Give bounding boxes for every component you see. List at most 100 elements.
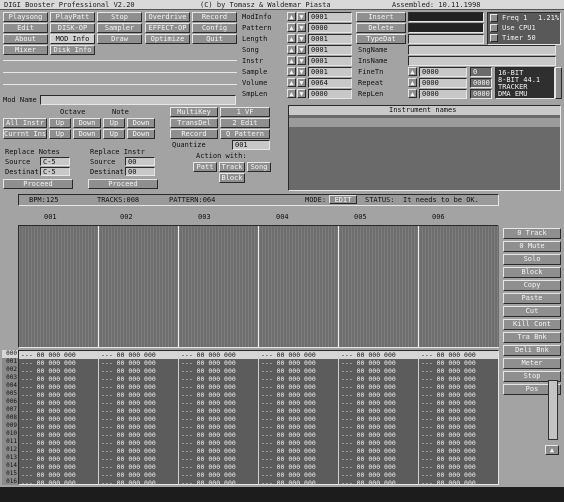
pattern-cell[interactable]: --- 00 000 000 <box>259 439 338 447</box>
pattern-cell[interactable]: --- 00 000 000 <box>339 423 418 431</box>
side-button-solo[interactable]: Solo <box>503 254 561 265</box>
pattern-cell[interactable]: --- 00 000 000 <box>259 471 338 479</box>
draw-button[interactable]: Draw <box>97 34 142 44</box>
pattern-cell[interactable]: --- 00 000 000 <box>99 439 178 447</box>
pattern-cell[interactable]: --- 00 000 000 <box>339 431 418 439</box>
side-button-copy[interactable]: Copy <box>503 280 561 291</box>
pattern-cell[interactable]: --- 00 000 000 <box>99 471 178 479</box>
pattern-cell[interactable]: --- 00 000 000 <box>419 471 498 479</box>
pattern-cell[interactable]: --- 00 000 000 <box>259 391 338 399</box>
track-header-5[interactable]: 005 <box>354 213 367 221</box>
stop-button[interactable]: Stop <box>97 12 142 22</box>
side-button-cut[interactable]: Cut <box>503 306 561 317</box>
pattern-cell[interactable]: --- 00 000 000 <box>419 359 498 367</box>
side-button-tra-bnk[interactable]: Tra Bnk <box>503 332 561 343</box>
repeat-field[interactable]: 0000 <box>419 78 467 88</box>
pattern-cell[interactable]: --- 00 000 000 <box>259 407 338 415</box>
pattern-cell[interactable]: --- 00 000 000 <box>179 359 258 367</box>
source-instr-field[interactable]: 00 <box>125 157 155 166</box>
pattern-cell[interactable]: --- 00 000 000 <box>19 455 98 463</box>
side-button-deli-bnk[interactable]: Deli Bnk <box>503 345 561 356</box>
pattern-cell[interactable]: --- 00 000 000 <box>339 359 418 367</box>
smplen-down-arrow-icon[interactable]: ▼ <box>297 89 306 98</box>
freq-checkbox[interactable] <box>490 14 498 22</box>
optimize-button[interactable]: Optimize <box>145 34 190 44</box>
pattern-up-arrow-icon[interactable]: ▲ <box>287 23 296 32</box>
pattern-track-column[interactable]: --- 00 000 000 --- 00 000 000 --- 00 000 0… <box>179 351 259 484</box>
pattern-cell[interactable]: --- 00 000 000 <box>179 415 258 423</box>
pattern-cell[interactable]: --- 00 000 000 <box>259 375 338 383</box>
sample-up-arrow-icon[interactable]: ▲ <box>287 67 296 76</box>
pattern-cell[interactable]: --- 00 000 000 <box>179 447 258 455</box>
pattern-cell[interactable]: --- 00 000 000 <box>99 391 178 399</box>
all-note-up[interactable]: Up <box>103 118 125 128</box>
side-button-kill-cont[interactable]: Kill Cont <box>503 319 561 330</box>
pattern-cell[interactable]: --- 00 000 000 <box>179 367 258 375</box>
pattern-cell[interactable]: --- 00 000 000 <box>419 399 498 407</box>
pattern-cell[interactable]: --- 00 000 000 <box>19 439 98 447</box>
cur-octave-up[interactable]: Up <box>49 129 71 139</box>
track-button[interactable]: Track <box>219 162 245 172</box>
pattern-cell[interactable]: --- 00 000 000 <box>99 351 178 359</box>
mixer-button[interactable]: Mixer <box>3 45 48 55</box>
pattern-track-column[interactable]: --- 00 000 000 --- 00 000 000 --- 00 000 0… <box>419 351 498 484</box>
volume-up-arrow-icon[interactable]: ▲ <box>287 78 296 87</box>
pattern-cell[interactable]: --- 00 000 000 <box>19 367 98 375</box>
side-button-0-track[interactable]: 0 Track <box>503 228 561 239</box>
pattern-track-column[interactable]: --- 00 000 000 --- 00 000 000 --- 00 000 0… <box>339 351 419 484</box>
pattern-cell[interactable]: --- 00 000 000 <box>19 359 98 367</box>
insert-button[interactable]: Insert <box>356 12 406 22</box>
mod-name-field[interactable] <box>40 95 236 105</box>
pattern-cell[interactable]: --- 00 000 000 <box>259 431 338 439</box>
dest-note-field[interactable]: C-5 <box>40 167 70 176</box>
source-note-field[interactable]: C-5 <box>40 157 70 166</box>
pattern-cell[interactable]: --- 00 000 000 <box>339 447 418 455</box>
pattern-cell[interactable]: --- 00 000 000 <box>179 391 258 399</box>
finetune-up-arrow-icon[interactable]: ▲ <box>408 67 417 76</box>
effect-op-button[interactable]: EFFECT-OP <box>145 23 190 33</box>
pattern-cell[interactable]: --- 00 000 000 <box>99 447 178 455</box>
edit2-button[interactable]: 2 Edit <box>220 118 270 128</box>
pattern-cell[interactable]: --- 00 000 000 <box>19 415 98 423</box>
pattern-scrollbar[interactable] <box>548 380 558 440</box>
pattern-cell[interactable]: --- 00 000 000 <box>99 359 178 367</box>
dest-instr-field[interactable]: 00 <box>125 167 155 176</box>
about-button[interactable]: About <box>3 34 48 44</box>
sampler-button[interactable]: Sampler <box>97 23 142 33</box>
block-button[interactable]: Block <box>219 173 245 183</box>
instrument-row-selected[interactable] <box>289 118 560 127</box>
pattern-cell[interactable]: --- 00 000 000 <box>339 367 418 375</box>
q-pattern-button[interactable]: Q Pattern <box>220 129 270 139</box>
pattern-cell[interactable]: --- 00 000 000 <box>259 359 338 367</box>
pattern-cell[interactable]: --- 00 000 000 <box>339 463 418 471</box>
pattern-cell[interactable]: --- 00 000 000 <box>19 351 98 359</box>
side-button-0-mute[interactable]: 0 Mute <box>503 241 561 252</box>
playsong-button[interactable]: Playsong <box>3 12 48 22</box>
pattern-cell[interactable]: --- 00 000 000 <box>339 455 418 463</box>
pattern-cell[interactable]: --- 00 000 000 <box>259 447 338 455</box>
pattern-cell[interactable]: --- 00 000 000 <box>259 463 338 471</box>
mode-scroll[interactable] <box>555 67 562 99</box>
pattern-cell[interactable]: --- 00 000 000 <box>179 407 258 415</box>
pattern-cell[interactable]: --- 00 000 000 <box>179 455 258 463</box>
proceed-notes-button[interactable]: Proceed <box>3 179 73 189</box>
pattern-cell[interactable]: --- 00 000 000 <box>179 431 258 439</box>
pattern-cell[interactable]: --- 00 000 000 <box>419 431 498 439</box>
sample-down-arrow-icon[interactable]: ▼ <box>297 67 306 76</box>
pattern-cell[interactable]: --- 00 000 000 <box>419 423 498 431</box>
record-button[interactable]: Record <box>192 12 237 22</box>
instr-field[interactable]: 0001 <box>308 56 352 66</box>
side-button-block[interactable]: Block <box>503 267 561 278</box>
volume-field[interactable]: 0064 <box>308 78 352 88</box>
pattern-cell[interactable]: --- 00 000 000 <box>259 455 338 463</box>
track-header-3[interactable]: 003 <box>198 213 211 221</box>
modinfo-down-arrow-icon[interactable]: ▼ <box>297 12 306 21</box>
instr-up-arrow-icon[interactable]: ▲ <box>287 56 296 65</box>
pattern-cell[interactable]: --- 00 000 000 <box>339 383 418 391</box>
pattern-cell[interactable]: --- 00 000 000 <box>19 383 98 391</box>
song-down-arrow-icon[interactable]: ▼ <box>297 45 306 54</box>
volume-down-arrow-icon[interactable]: ▼ <box>297 78 306 87</box>
pattern-cell[interactable]: --- 00 000 000 <box>339 479 418 484</box>
pattern-cell[interactable]: --- 00 000 000 <box>179 479 258 484</box>
config-button[interactable]: Config <box>192 23 237 33</box>
